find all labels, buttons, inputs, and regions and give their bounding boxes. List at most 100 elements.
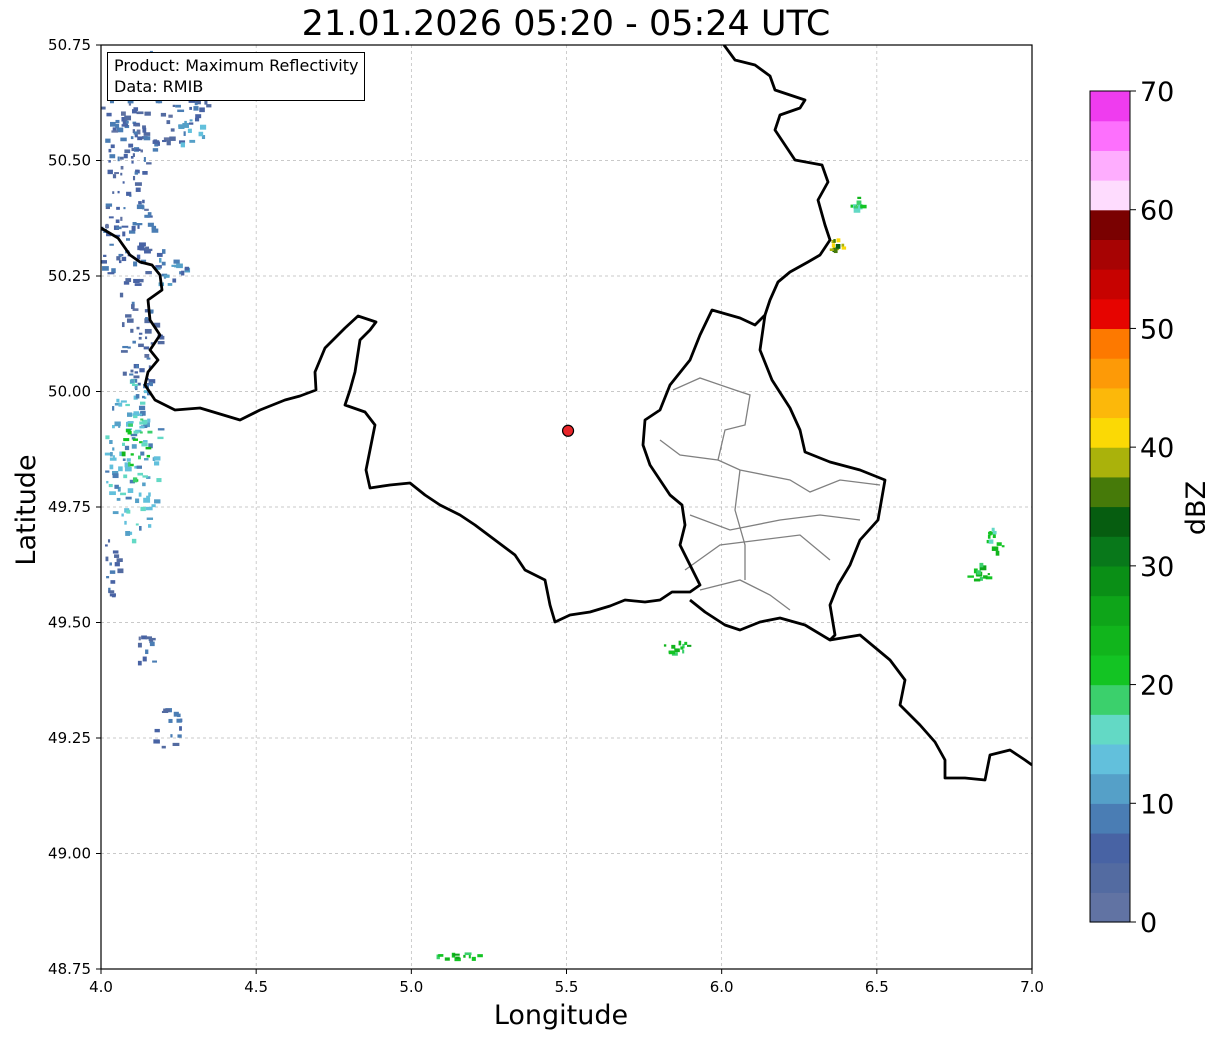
echo-cell bbox=[112, 447, 115, 451]
echo-cell bbox=[168, 718, 173, 723]
colorbar-segment bbox=[1090, 239, 1130, 270]
echo-cell bbox=[973, 578, 981, 582]
echo-cell bbox=[172, 278, 177, 283]
echo-cell bbox=[138, 636, 141, 641]
reflectivity-layer bbox=[101, 50, 1005, 962]
echo-cell bbox=[110, 144, 115, 149]
echo-cell bbox=[992, 530, 997, 535]
echo-cell bbox=[136, 465, 142, 469]
echo-cell bbox=[118, 260, 122, 264]
echo-cell bbox=[142, 482, 146, 487]
echo-cell bbox=[154, 499, 161, 504]
colorbar-tick-label: 70 bbox=[1140, 77, 1174, 108]
echo-cell bbox=[130, 136, 134, 140]
echo-cell bbox=[125, 120, 129, 124]
echo-cell bbox=[122, 371, 127, 376]
echo-cell bbox=[118, 466, 123, 472]
echo-cell bbox=[142, 475, 148, 478]
echo-cell bbox=[189, 122, 194, 125]
echo-cell bbox=[135, 187, 141, 192]
echo-cell bbox=[131, 383, 139, 387]
echo-cell bbox=[134, 283, 142, 286]
echo-cell bbox=[135, 394, 140, 399]
echo-cell bbox=[126, 318, 134, 323]
echo-cell bbox=[991, 527, 995, 532]
echo-cell bbox=[139, 425, 145, 429]
echo-cell bbox=[134, 371, 139, 374]
echo-cell bbox=[131, 109, 137, 114]
echo-cell bbox=[125, 530, 131, 536]
echo-cell bbox=[149, 381, 153, 387]
echo-cell bbox=[836, 238, 841, 243]
echo-cell bbox=[988, 539, 994, 544]
echo-cell bbox=[152, 148, 159, 152]
echo-cell bbox=[140, 418, 144, 421]
echo-cell bbox=[116, 398, 120, 403]
echo-cell bbox=[455, 956, 460, 959]
echo-cell bbox=[142, 395, 145, 399]
echo-cell bbox=[166, 140, 171, 146]
x-tick-label: 6.0 bbox=[710, 978, 734, 996]
echo-cell bbox=[108, 216, 114, 219]
colorbar-segment bbox=[1090, 595, 1130, 626]
echo-cell bbox=[992, 534, 996, 539]
echo-cell bbox=[153, 739, 160, 744]
echo-cell bbox=[156, 478, 162, 483]
echo-cell bbox=[841, 246, 847, 250]
echo-cell bbox=[146, 517, 154, 520]
echo-cell bbox=[121, 322, 125, 328]
colorbar-segment bbox=[1090, 862, 1130, 893]
echo-cell bbox=[146, 162, 152, 165]
echo-cell bbox=[136, 223, 143, 226]
echo-cell bbox=[105, 223, 109, 229]
echo-cell bbox=[143, 132, 151, 136]
echo-cell bbox=[198, 131, 204, 137]
colorbar-tick-label: 20 bbox=[1140, 671, 1174, 702]
colorbar-segment bbox=[1090, 180, 1130, 211]
echo-cell bbox=[107, 539, 111, 543]
echo-cell bbox=[109, 562, 112, 566]
echo-cell bbox=[157, 340, 165, 345]
echo-cell bbox=[136, 111, 144, 115]
luxembourg-canton-boundary bbox=[699, 579, 791, 611]
colorbar-label: dBZ bbox=[1181, 481, 1212, 535]
colorbar-segment bbox=[1090, 536, 1130, 567]
y-tick-label: 49.50 bbox=[48, 614, 91, 632]
echo-cell bbox=[140, 149, 143, 153]
echo-cell bbox=[140, 451, 145, 456]
echo-cell bbox=[123, 438, 130, 442]
echo-cell bbox=[160, 112, 167, 117]
echo-cell bbox=[987, 534, 991, 539]
colorbar-segment bbox=[1090, 565, 1130, 597]
data-source-label: Data: RMIB bbox=[114, 77, 204, 96]
echo-cell bbox=[194, 102, 198, 106]
echo-cell bbox=[124, 445, 130, 451]
colorbar-segment bbox=[1090, 743, 1130, 775]
echo-cell bbox=[151, 504, 156, 508]
echo-cell bbox=[110, 121, 116, 127]
product-label: Product: Maximum Reflectivity bbox=[114, 56, 359, 75]
x-tick-label: 5.5 bbox=[555, 978, 579, 996]
echo-cell bbox=[979, 576, 983, 581]
echo-cell bbox=[122, 458, 126, 461]
echo-cell bbox=[169, 136, 176, 141]
echo-cell bbox=[163, 274, 170, 278]
echo-cell bbox=[152, 140, 160, 144]
echo-cell bbox=[138, 525, 142, 531]
echo-cell bbox=[146, 454, 150, 458]
colorbar-segment bbox=[1090, 476, 1130, 508]
echo-cell bbox=[1001, 545, 1005, 548]
echo-cell bbox=[172, 104, 176, 108]
echo-cell bbox=[444, 957, 450, 961]
colorbar-ticks: 0 10 20 30 40 50 60 70 bbox=[1130, 77, 1174, 939]
echo-cell bbox=[139, 421, 147, 425]
echo-cell bbox=[147, 430, 153, 434]
echo-cell bbox=[144, 353, 150, 358]
colorbar-segment bbox=[1090, 803, 1130, 834]
echo-cell bbox=[106, 112, 112, 117]
echo-cell bbox=[137, 472, 144, 476]
colorbar-tick-label: 50 bbox=[1140, 314, 1174, 345]
echo-cell bbox=[128, 103, 132, 106]
echo-cell bbox=[127, 346, 131, 349]
echo-cell bbox=[154, 728, 160, 733]
